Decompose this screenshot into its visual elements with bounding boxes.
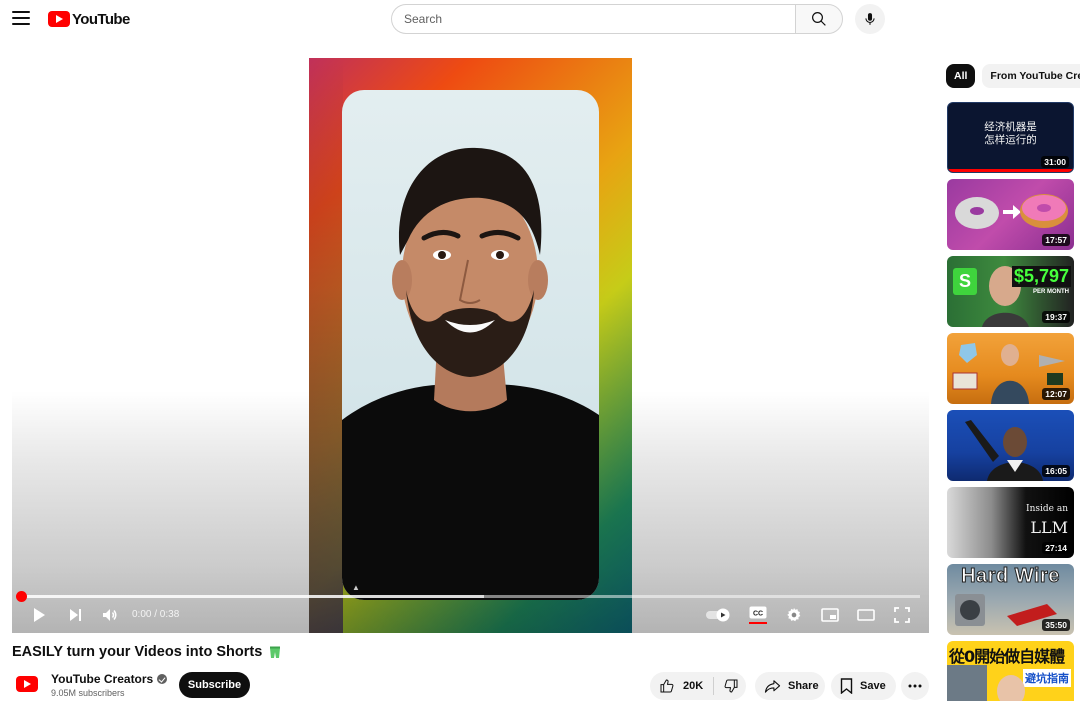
miniplayer-button[interactable] <box>819 604 841 626</box>
microphone-icon <box>865 13 875 25</box>
subscriber-count: 9.05M subscribers <box>51 688 125 698</box>
share-button[interactable]: Share <box>755 672 825 700</box>
autoplay-toggle-icon <box>706 608 730 622</box>
youtube-logo[interactable]: YouTube <box>48 10 130 28</box>
related-video-thumbnail[interactable]: 经济机器是 怎样运行的 31:00 <box>947 102 1074 173</box>
thumbnail-text: LLM <box>1030 518 1068 537</box>
video-duration: 12:07 <box>1042 388 1070 400</box>
chip-all[interactable]: All <box>946 64 976 88</box>
settings-button[interactable] <box>783 604 805 626</box>
related-video-thumbnail[interactable]: 12:07 <box>947 333 1074 404</box>
subscribe-button[interactable]: Subscribe <box>179 672 250 698</box>
menu-icon[interactable] <box>12 11 30 25</box>
volume-button[interactable] <box>99 604 121 626</box>
watched-progress-bar <box>948 169 1073 172</box>
search-button[interactable] <box>795 4 843 34</box>
related-video-thumbnail[interactable]: S $5,797 PER MONTH 19:37 <box>947 256 1074 327</box>
progress-bar[interactable] <box>16 591 920 602</box>
phone-video-preview: ▲ <box>342 90 599 600</box>
captions-icon: CC <box>749 606 767 619</box>
filter-chips: AllFrom YouTube Creators <box>946 64 1080 88</box>
search-input[interactable] <box>391 4 795 34</box>
thumbnail-text: 经济机器是 怎样运行的 <box>984 121 1037 146</box>
thumbnail-subtext: PER MONTH <box>1033 289 1069 295</box>
like-dislike-group: 20K <box>650 672 746 700</box>
volume-icon <box>103 609 117 621</box>
channel-avatar[interactable] <box>16 676 38 692</box>
shopify-logo-icon: S <box>953 268 977 295</box>
related-video-thumbnail[interactable]: Hard Wire 35:50 <box>947 564 1074 635</box>
thumbnail-text: Inside an <box>1026 504 1068 514</box>
play-button[interactable] <box>28 604 50 626</box>
share-label: Share <box>788 680 819 692</box>
shorts-emoji-icon <box>270 646 281 658</box>
video-title-text: EASILY turn your Videos into Shorts <box>12 644 263 660</box>
video-duration: 16:05 <box>1042 465 1070 477</box>
video-frame: ▲ <box>309 58 632 633</box>
svg-text:CC: CC <box>753 611 763 618</box>
video-duration: 17:57 <box>1042 234 1070 246</box>
play-icon <box>34 608 45 622</box>
video-duration: 31:00 <box>1041 156 1069 168</box>
save-button[interactable]: Save <box>831 672 896 700</box>
video-duration: 19:37 <box>1042 311 1070 323</box>
thumbnail-text: Hard Wire <box>961 565 1060 588</box>
search-bar <box>391 4 843 34</box>
theater-mode-button[interactable] <box>855 604 877 626</box>
autoplay-toggle[interactable] <box>705 604 733 626</box>
top-bar: YouTube <box>0 0 1080 40</box>
presenter-image <box>342 147 599 600</box>
thumbs-up-icon <box>660 679 674 693</box>
presenter-image <box>947 665 1025 701</box>
share-icon <box>764 679 781 693</box>
video-duration: 27:14 <box>1042 542 1070 554</box>
thumbnail-amount: $5,797 <box>1011 266 1071 287</box>
next-icon <box>70 609 81 621</box>
verified-badge-icon <box>157 674 168 684</box>
like-button[interactable]: 20K <box>650 677 715 695</box>
miniplayer-icon <box>821 608 839 622</box>
bookmark-icon <box>840 678 853 694</box>
captions-button[interactable]: CC <box>747 604 769 626</box>
video-player[interactable]: ▲ 0:00 / 0:38 CC <box>12 58 929 633</box>
related-video-thumbnail[interactable]: 17:57 <box>947 179 1074 250</box>
thumbs-down-icon <box>724 679 738 693</box>
dislike-button[interactable] <box>714 678 739 694</box>
related-video-thumbnail[interactable]: 16:05 <box>947 410 1074 481</box>
more-horizontal-icon <box>908 684 922 688</box>
buffered-bar <box>21 595 484 598</box>
search-icon <box>812 12 826 26</box>
fullscreen-button[interactable] <box>891 604 913 626</box>
video-duration: 35:50 <box>1042 619 1070 631</box>
related-video-thumbnail[interactable]: Inside an LLM 27:14 <box>947 487 1074 558</box>
save-label: Save <box>860 680 886 692</box>
theater-icon <box>857 609 875 621</box>
channel-name[interactable]: YouTube Creators <box>51 672 168 686</box>
video-title: EASILY turn your Videos into Shorts <box>12 644 282 660</box>
more-actions-button[interactable] <box>901 672 929 700</box>
fullscreen-icon <box>894 607 910 623</box>
next-button[interactable] <box>64 604 86 626</box>
time-display: 0:00 / 0:38 <box>132 609 180 620</box>
related-video-thumbnail[interactable]: 從0開始做自媒體 避坑指南 <box>947 641 1074 701</box>
youtube-play-logo-icon <box>48 11 70 27</box>
logo-text: YouTube <box>72 10 130 28</box>
voice-search-button[interactable] <box>855 4 885 34</box>
settings-gear-icon <box>787 608 801 622</box>
chip-from-youtube-creators[interactable]: From YouTube Creators <box>982 64 1080 88</box>
scrubber-handle[interactable] <box>16 591 27 602</box>
like-count: 20K <box>683 680 704 692</box>
